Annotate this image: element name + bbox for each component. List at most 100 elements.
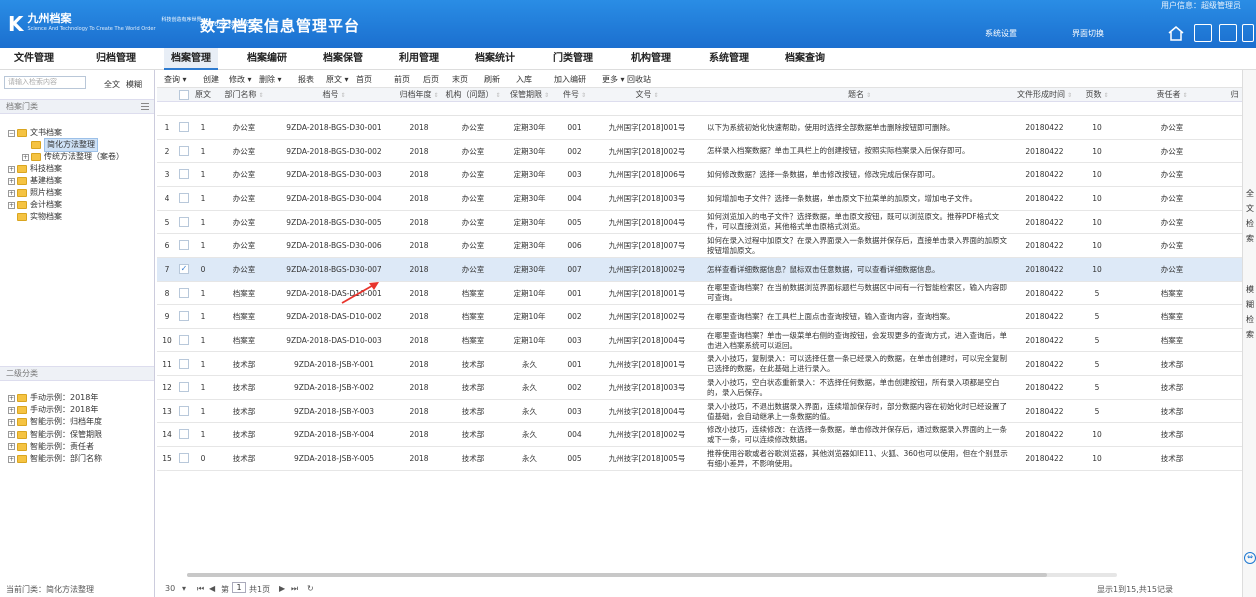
horizontal-scrollbar[interactable]: [187, 573, 1117, 577]
fuzzy-link[interactable]: 模糊: [126, 79, 142, 90]
row-checkbox[interactable]: [179, 358, 189, 369]
column-header[interactable]: 归: [1227, 88, 1242, 102]
tab-11[interactable]: 档案查询: [778, 48, 832, 70]
filter-row[interactable]: [157, 102, 1242, 116]
column-header[interactable]: 文号: [592, 88, 702, 102]
expand-toggle-icon[interactable]: +: [8, 431, 15, 439]
tree-node[interactable]: + 会计档案: [8, 199, 62, 211]
tab-4[interactable]: 档案编研: [240, 48, 294, 70]
tree-node[interactable]: 简化方法整理: [22, 138, 98, 152]
tab-3[interactable]: 档案管理: [164, 48, 218, 70]
toolbar-button-10[interactable]: 末页: [452, 74, 468, 85]
prev-page-icon[interactable]: ◀: [209, 584, 215, 593]
table-row[interactable]: 3 1 办公室 9ZDA-2018-BGS-D30-003 2018 办公室 定期30年 00…: [157, 163, 1242, 187]
page-input[interactable]: 1: [232, 582, 246, 593]
fuzzy-search-label[interactable]: 模: [1245, 284, 1255, 296]
toolbar-button-9[interactable]: 后页: [423, 74, 439, 85]
column-header[interactable]: 文件形成时间: [1012, 88, 1077, 102]
tab-9[interactable]: 机构管理: [624, 48, 678, 70]
toolbar-button-6[interactable]: 原文 ▾: [326, 74, 349, 85]
page-size-select[interactable]: 30: [165, 584, 175, 593]
subcategory-node[interactable]: + 智能示例：责任者: [8, 441, 94, 453]
select-all-checkbox[interactable]: [179, 90, 189, 100]
table-row[interactable]: 7 ✓ 0 办公室 9ZDA-2018-BGS-D30-007 2018 办公室 定期30年 0…: [157, 257, 1242, 282]
column-header[interactable]: 机构（问题）: [444, 88, 502, 102]
next-page-icon[interactable]: ▶: [279, 584, 285, 593]
table-row[interactable]: 11 1 技术部 9ZDA-2018-JSB-Y-001 2018 技术部 永久 001 九州技…: [157, 353, 1242, 377]
fulltext-link[interactable]: 全文: [104, 79, 120, 90]
toolbar-button-2[interactable]: 创建: [203, 74, 219, 85]
table-row[interactable]: 15 0 技术部 9ZDA-2018-JSB-Y-005 2018 技术部 永久 005 九州技…: [157, 447, 1242, 471]
row-checkbox[interactable]: [179, 429, 189, 440]
frame-icon[interactable]: [1242, 24, 1254, 42]
row-checkbox[interactable]: [179, 405, 189, 416]
row-checkbox[interactable]: [179, 287, 189, 298]
tree-node[interactable]: + 传统方法整理（案卷）: [22, 151, 124, 163]
expand-toggle-icon[interactable]: +: [8, 177, 15, 185]
fulltext-search-label[interactable]: 检: [1245, 218, 1255, 230]
tree-search-input[interactable]: 请输入检索内容: [4, 76, 86, 89]
expand-toggle-icon[interactable]: +: [8, 189, 15, 197]
table-row[interactable]: 5 1 办公室 9ZDA-2018-BGS-D30-005 2018 办公室 定期30年 00…: [157, 211, 1242, 235]
tree-node[interactable]: + 照片档案: [8, 187, 62, 199]
table-row[interactable]: 12 1 技术部 9ZDA-2018-JSB-Y-002 2018 技术部 永久 002 九州技…: [157, 376, 1242, 400]
column-header[interactable]: 部门名称: [214, 88, 274, 102]
toolbar-button-8[interactable]: 前页: [394, 74, 410, 85]
toolbar-button-15[interactable]: 回收站: [627, 74, 651, 85]
toolbar-button-11[interactable]: 刷新: [484, 74, 500, 85]
tab-7[interactable]: 档案统计: [468, 48, 522, 70]
tree-node[interactable]: + 基建档案: [8, 175, 62, 187]
fuzzy-search-label[interactable]: 糊: [1245, 299, 1255, 311]
subcategory-node[interactable]: + 智能示例：部门名称: [8, 453, 102, 465]
table-row[interactable]: 1 1 办公室 9ZDA-2018-BGS-D30-001 2018 办公室 定期30年 00…: [157, 116, 1242, 140]
fulltext-search-label[interactable]: 全: [1245, 188, 1255, 200]
subcategory-node[interactable]: + 智能示例：保管期限: [8, 429, 102, 441]
toolbar-button-1[interactable]: 查询 ▾: [164, 74, 187, 85]
fulltext-search-label[interactable]: 索: [1245, 233, 1255, 245]
expand-toggle-icon[interactable]: −: [8, 129, 15, 137]
table-row[interactable]: 4 1 办公室 9ZDA-2018-BGS-D30-004 2018 办公室 定期30年 00…: [157, 187, 1242, 211]
fulltext-search-label[interactable]: 文: [1245, 203, 1255, 215]
toolbar-button-14[interactable]: 更多 ▾: [602, 74, 625, 85]
chevron-down-icon[interactable]: ▾: [182, 584, 186, 593]
table-row[interactable]: 6 1 办公室 9ZDA-2018-BGS-D30-006 2018 办公室 定期30年 00…: [157, 234, 1242, 258]
menu-icon[interactable]: [141, 103, 149, 110]
column-header[interactable]: 责任者: [1117, 88, 1227, 102]
toolbar-button-3[interactable]: 修改 ▾: [229, 74, 252, 85]
row-checkbox[interactable]: [179, 145, 189, 156]
row-checkbox[interactable]: [179, 122, 189, 132]
fuzzy-search-label[interactable]: 检: [1245, 314, 1255, 326]
fuzzy-search-label[interactable]: 索: [1245, 329, 1255, 341]
column-header[interactable]: 页数: [1077, 88, 1117, 102]
expand-toggle-icon[interactable]: +: [8, 443, 15, 451]
scroll-thumb[interactable]: [187, 573, 1047, 577]
table-row[interactable]: 2 1 办公室 9ZDA-2018-BGS-D30-002 2018 办公室 定期30年 00…: [157, 140, 1242, 164]
column-header[interactable]: 件号: [557, 88, 592, 102]
tab-2[interactable]: 归档管理: [90, 48, 142, 70]
subcategory-node[interactable]: + 智能示例：归档年度: [8, 416, 102, 428]
row-checkbox[interactable]: [179, 311, 189, 322]
table-row[interactable]: 14 1 技术部 9ZDA-2018-JSB-Y-004 2018 技术部 永久 004 九州技…: [157, 423, 1242, 448]
expand-toggle-icon[interactable]: +: [8, 165, 15, 173]
window-icon[interactable]: [1194, 24, 1212, 42]
expand-toggle-icon[interactable]: +: [8, 201, 15, 209]
column-header[interactable]: 归档年度: [394, 88, 444, 102]
toolbar-button-12[interactable]: 入库: [516, 74, 532, 85]
system-settings-link[interactable]: 系统设置: [985, 28, 1017, 39]
tab-6[interactable]: 利用管理: [392, 48, 446, 70]
tab-8[interactable]: 门类管理: [546, 48, 600, 70]
expand-toggle-icon[interactable]: +: [22, 153, 29, 161]
app-icon[interactable]: [1219, 24, 1237, 42]
row-checkbox[interactable]: [179, 192, 189, 203]
tree-node[interactable]: 实物档案: [8, 211, 62, 223]
home-icon[interactable]: [1167, 24, 1185, 42]
switch-ui-link[interactable]: 界面切换: [1072, 28, 1104, 39]
table-row[interactable]: 10 1 档案室 9ZDA-2018-DAS-D10-003 2018 档案室 定期10年 0…: [157, 329, 1242, 353]
subcategory-node[interactable]: + 手动示例：2018年: [8, 392, 98, 404]
expand-toggle-icon[interactable]: +: [8, 406, 15, 414]
expand-toggle-icon[interactable]: +: [8, 394, 15, 402]
tree-node[interactable]: + 科技档案: [8, 163, 62, 175]
table-row[interactable]: 9 1 档案室 9ZDA-2018-DAS-D10-002 2018 档案室 定期10年 00…: [157, 305, 1242, 329]
column-header[interactable]: 保管期限: [502, 88, 557, 102]
column-header[interactable]: 原文: [192, 88, 214, 102]
